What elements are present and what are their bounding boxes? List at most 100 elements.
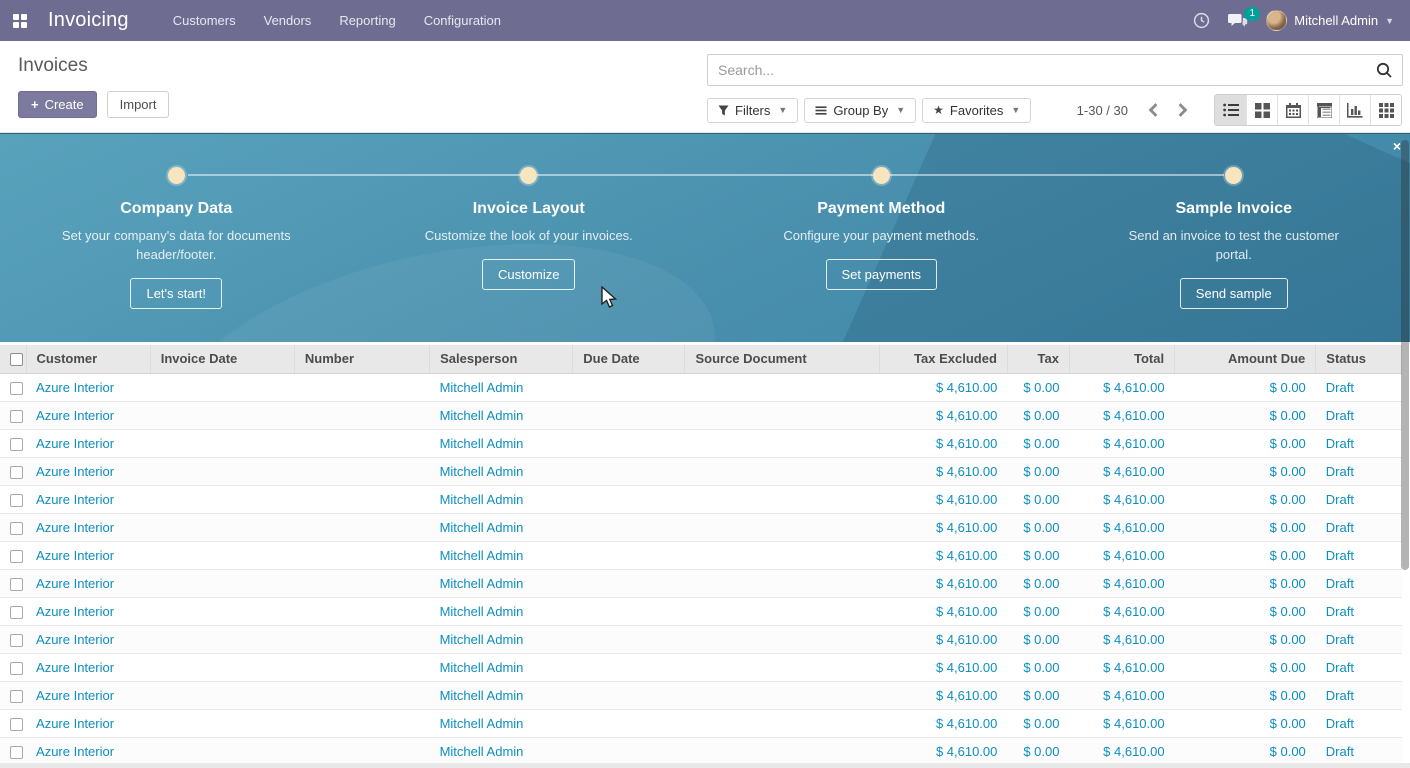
menu-reporting[interactable]: Reporting: [325, 0, 409, 41]
group-by-button[interactable]: Group By ▼: [804, 98, 916, 123]
column-header-amount_due[interactable]: Amount Due: [1175, 345, 1316, 373]
cell-tax_excluded: $ 4,610.00: [879, 625, 1007, 653]
cell-due_date: [573, 569, 685, 597]
filters-button[interactable]: Filters ▼: [707, 98, 798, 123]
column-header-total[interactable]: Total: [1069, 345, 1174, 373]
app-brand[interactable]: Invoicing: [48, 9, 129, 32]
column-header-tax[interactable]: Tax: [1007, 345, 1069, 373]
cell-number: [294, 373, 429, 401]
view-list-button[interactable]: [1215, 95, 1246, 125]
column-header-number[interactable]: Number: [294, 345, 429, 373]
cell-salesperson: Mitchell Admin: [430, 541, 573, 569]
table-row[interactable]: Azure InteriorMitchell Admin$ 4,610.00$ …: [0, 429, 1402, 457]
cell-due_date: [573, 457, 685, 485]
messages-button[interactable]: 1: [1228, 13, 1248, 29]
step-dot-icon: [1225, 167, 1242, 184]
row-checkbox[interactable]: [10, 550, 23, 563]
cell-invoice_date: [150, 681, 294, 709]
cell-total: $ 4,610.00: [1069, 681, 1174, 709]
chevron-down-icon: ▼: [1011, 105, 1020, 115]
row-checkbox[interactable]: [10, 578, 23, 591]
row-checkbox[interactable]: [10, 438, 23, 451]
step-dot-icon: [520, 167, 537, 184]
pager-previous-button[interactable]: [1144, 99, 1163, 121]
table-row[interactable]: Azure InteriorMitchell Admin$ 4,610.00$ …: [0, 625, 1402, 653]
view-calendar-button[interactable]: [1277, 95, 1308, 125]
cell-tax_excluded: $ 4,610.00: [879, 373, 1007, 401]
invoice-list-view: CustomerInvoice DateNumberSalespersonDue…: [0, 342, 1410, 768]
cell-total: $ 4,610.00: [1069, 597, 1174, 625]
column-header-customer[interactable]: Customer: [26, 345, 150, 373]
row-checkbox[interactable]: [10, 522, 23, 535]
cell-tax_excluded: $ 4,610.00: [879, 653, 1007, 681]
vertical-scrollbar[interactable]: [1401, 140, 1409, 570]
step-title: Payment Method: [817, 200, 945, 218]
row-checkbox[interactable]: [10, 606, 23, 619]
row-checkbox[interactable]: [10, 746, 23, 759]
filter-funnel-icon: [718, 105, 729, 116]
table-row[interactable]: Azure InteriorMitchell Admin$ 4,610.00$ …: [0, 457, 1402, 485]
user-name: Mitchell Admin: [1294, 13, 1378, 28]
column-header-status[interactable]: Status: [1316, 345, 1402, 373]
row-checkbox[interactable]: [10, 410, 23, 423]
step-action-button[interactable]: Let's start!: [130, 278, 222, 309]
table-row[interactable]: Azure InteriorMitchell Admin$ 4,610.00$ …: [0, 401, 1402, 429]
column-header-tax_excluded[interactable]: Tax Excluded: [879, 345, 1007, 373]
row-checkbox[interactable]: [10, 690, 23, 703]
import-button[interactable]: Import: [107, 91, 170, 118]
horizontal-scrollbar[interactable]: [0, 763, 1410, 768]
pager-range: 1-30 / 30: [1077, 103, 1128, 118]
pager-next-button[interactable]: [1173, 99, 1192, 121]
column-header-source_document[interactable]: Source Document: [685, 345, 879, 373]
table-row[interactable]: Azure InteriorMitchell Admin$ 4,610.00$ …: [0, 737, 1402, 765]
table-row[interactable]: Azure InteriorMitchell Admin$ 4,610.00$ …: [0, 485, 1402, 513]
view-pivot-button[interactable]: [1308, 95, 1339, 125]
select-all-checkbox[interactable]: [10, 353, 23, 366]
cell-number: [294, 709, 429, 737]
cell-invoice_date: [150, 597, 294, 625]
table-row[interactable]: Azure InteriorMitchell Admin$ 4,610.00$ …: [0, 709, 1402, 737]
menu-configuration[interactable]: Configuration: [410, 0, 515, 41]
step-action-button[interactable]: Customize: [482, 259, 575, 290]
table-row[interactable]: Azure InteriorMitchell Admin$ 4,610.00$ …: [0, 681, 1402, 709]
table-row[interactable]: Azure InteriorMitchell Admin$ 4,610.00$ …: [0, 569, 1402, 597]
cell-customer: Azure Interior: [26, 513, 150, 541]
cell-invoice_date: [150, 373, 294, 401]
cell-tax_excluded: $ 4,610.00: [879, 709, 1007, 737]
table-row[interactable]: Azure InteriorMitchell Admin$ 4,610.00$ …: [0, 513, 1402, 541]
cell-source_document: [685, 541, 879, 569]
cell-invoice_date: [150, 513, 294, 541]
menu-vendors[interactable]: Vendors: [250, 0, 326, 41]
cell-due_date: [573, 709, 685, 737]
row-checkbox[interactable]: [10, 382, 23, 395]
row-checkbox[interactable]: [10, 662, 23, 675]
column-header-salesperson[interactable]: Salesperson: [430, 345, 573, 373]
cell-invoice_date: [150, 625, 294, 653]
view-graph-button[interactable]: [1339, 95, 1370, 125]
step-title: Company Data: [120, 200, 232, 218]
favorites-button[interactable]: ★ Favorites ▼: [922, 98, 1031, 123]
row-checkbox[interactable]: [10, 634, 23, 647]
view-activity-button[interactable]: [1370, 95, 1401, 125]
table-row[interactable]: Azure InteriorMitchell Admin$ 4,610.00$ …: [0, 541, 1402, 569]
table-row[interactable]: Azure InteriorMitchell Admin$ 4,610.00$ …: [0, 653, 1402, 681]
step-action-button[interactable]: Set payments: [826, 259, 938, 290]
column-header-invoice_date[interactable]: Invoice Date: [150, 345, 294, 373]
column-header-due_date[interactable]: Due Date: [573, 345, 685, 373]
search-input[interactable]: [708, 62, 1366, 78]
step-action-button[interactable]: Send sample: [1180, 278, 1288, 309]
activities-button[interactable]: [1193, 12, 1210, 29]
create-button[interactable]: + Create: [18, 91, 97, 118]
row-checkbox[interactable]: [10, 466, 23, 479]
table-row[interactable]: Azure InteriorMitchell Admin$ 4,610.00$ …: [0, 373, 1402, 401]
user-menu[interactable]: Mitchell Admin ▼: [1266, 10, 1394, 31]
menu-customers[interactable]: Customers: [159, 0, 250, 41]
row-checkbox[interactable]: [10, 494, 23, 507]
view-kanban-button[interactable]: [1246, 95, 1277, 125]
apps-menu-button[interactable]: [0, 0, 40, 41]
table-row[interactable]: Azure InteriorMitchell Admin$ 4,610.00$ …: [0, 597, 1402, 625]
cell-status: Draft: [1316, 569, 1402, 597]
row-checkbox[interactable]: [10, 718, 23, 731]
banner-close-button[interactable]: ×: [1393, 139, 1401, 153]
search-button[interactable]: [1366, 61, 1402, 79]
